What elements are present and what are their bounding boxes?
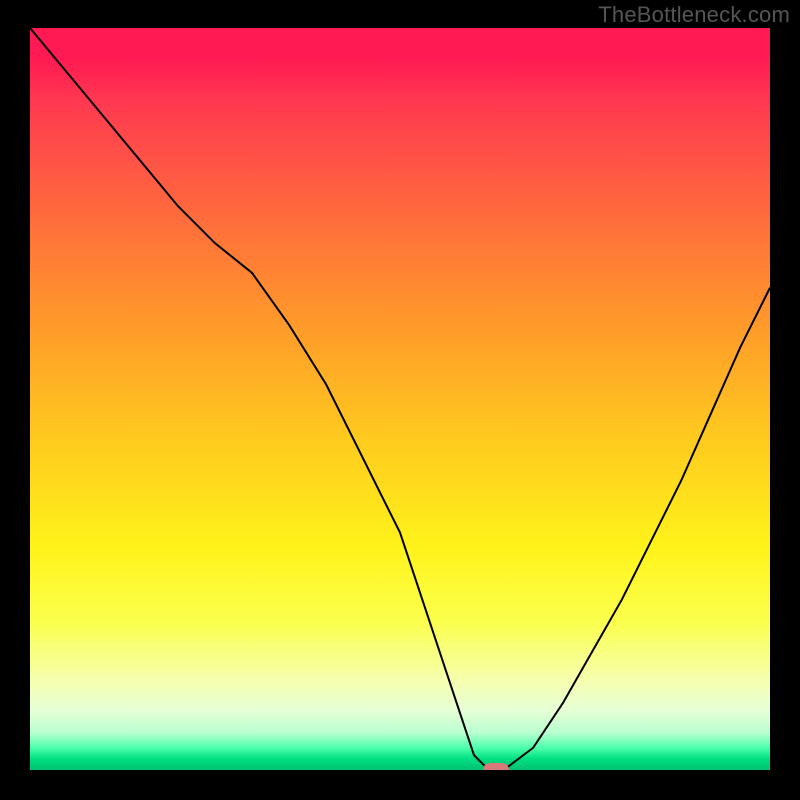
chart-frame: TheBottleneck.com	[0, 0, 800, 800]
curve-path	[30, 28, 770, 770]
plot-area	[30, 28, 770, 770]
watermark-text: TheBottleneck.com	[598, 2, 790, 28]
optimal-marker	[483, 763, 509, 770]
bottleneck-curve	[30, 28, 770, 770]
